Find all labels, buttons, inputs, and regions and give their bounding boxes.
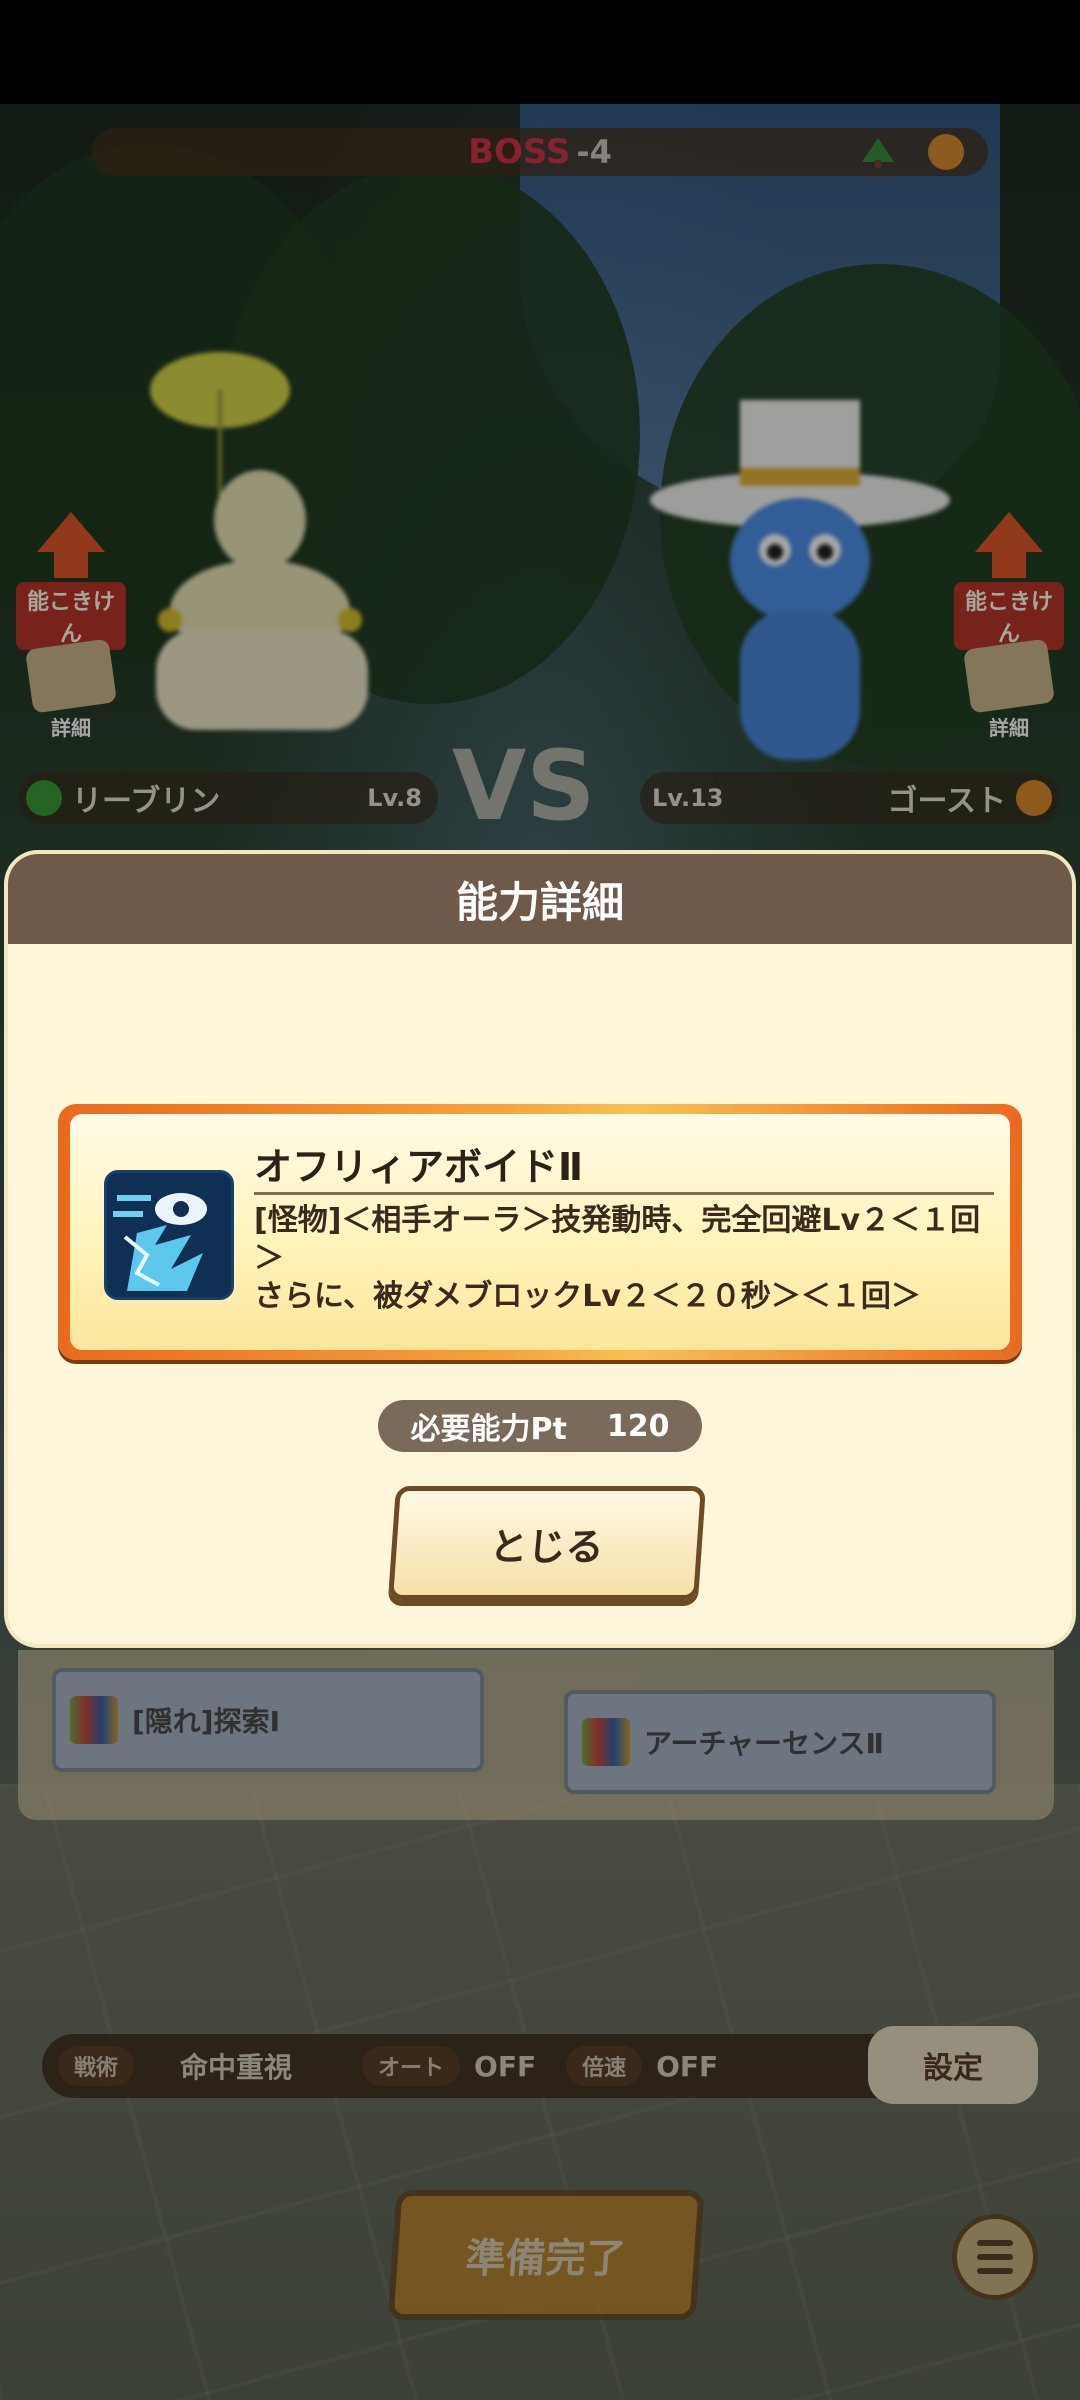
evade-eye-icon [104,1170,234,1300]
required-points-label: 必要能力Pt [410,1412,567,1447]
ability-name: オフリィアボイドⅡ [254,1145,584,1189]
ability-card: オフリィアボイドⅡ [怪物]＜相手オーラ＞技発動時、完全回避Lv２＜１回＞ さら… [58,1104,1022,1360]
close-button[interactable]: とじる [388,1486,706,1600]
required-points-value: 120 [606,1408,670,1444]
ability-detail-modal: 能力詳細 オフリィアボイドⅡ [怪物]＜相手オーラ＞技発動時、完全回避Lv２＜１… [8,854,1072,1644]
modal-title: 能力詳細 [8,854,1072,944]
status-bar [0,0,1080,104]
ability-divider [254,1192,994,1195]
ability-desc-line-1: [怪物]＜相手オーラ＞技発動時、完全回避Lv２＜１回＞ [254,1203,981,1276]
required-points: 必要能力Pt 120 [378,1400,702,1452]
ability-description: [怪物]＜相手オーラ＞技発動時、完全回避Lv２＜１回＞ さらに、被ダメブロックL… [254,1202,994,1316]
ability-desc-line-2: さらに、被ダメブロックLv２＜２０秒＞＜１回＞ [254,1279,921,1314]
